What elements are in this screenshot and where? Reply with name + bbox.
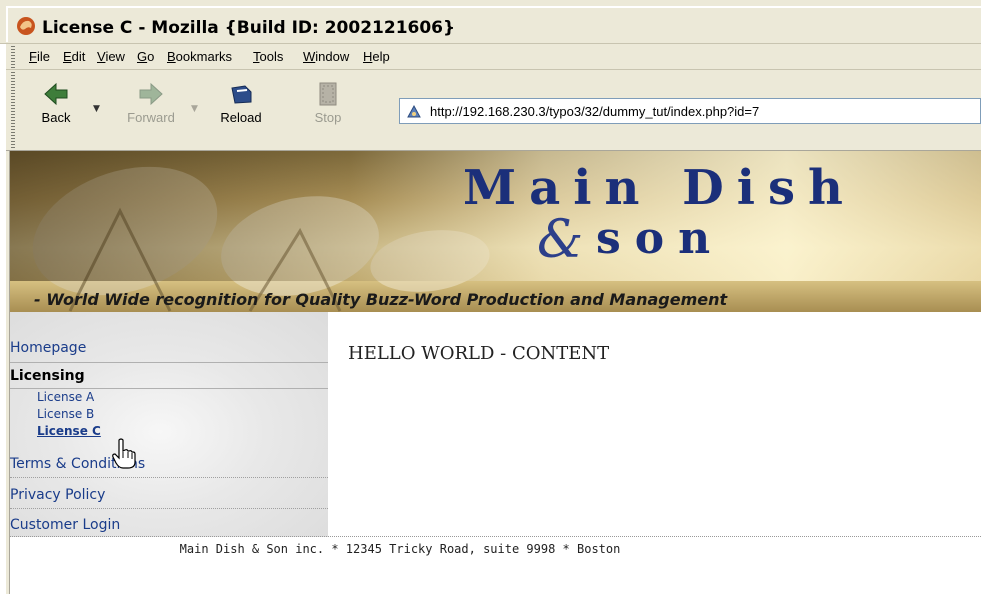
nav-licensing[interactable]: Licensing: [10, 368, 85, 384]
menu-bar: File Edit View Go Bookmarks Tools Window…: [6, 44, 981, 70]
menu-edit-accel: E: [63, 49, 72, 64]
window-title: License C - Mozilla {Build ID: 200212160…: [42, 18, 456, 38]
site-title-son: son: [596, 213, 725, 264]
menu-window-accel: W: [303, 49, 316, 64]
menu-go-rest: o: [147, 49, 155, 64]
menu-tools-rest: ools: [259, 49, 284, 64]
menu-go[interactable]: Go: [137, 49, 154, 64]
menu-bookmarks[interactable]: Bookmarks: [167, 49, 232, 64]
forward-dropdown-icon[interactable]: ▼: [191, 104, 198, 114]
menu-tools[interactable]: Tools: [253, 49, 283, 64]
back-button[interactable]: Back: [26, 80, 86, 125]
nav-separator: [10, 477, 328, 478]
stop-button[interactable]: Stop: [298, 80, 358, 125]
stop-label: Stop: [314, 110, 342, 125]
nav-separator: [10, 388, 328, 389]
reload-label: Reload: [220, 110, 262, 125]
menu-view[interactable]: View: [97, 49, 125, 64]
main-content: HELLO WORLD - CONTENT: [348, 343, 610, 364]
menu-view-rest: iew: [105, 49, 125, 64]
page-proxy-icon[interactable]: [406, 104, 422, 120]
nav-separator: [10, 362, 328, 363]
stop-icon: [319, 82, 337, 106]
nav-license-c[interactable]: License C: [37, 424, 101, 438]
menubar-grip[interactable]: [11, 46, 15, 68]
menu-file-rest: ile: [36, 49, 50, 64]
nav-customer-login[interactable]: Customer Login: [10, 517, 120, 533]
menu-edit-rest: dit: [71, 49, 86, 64]
menu-window[interactable]: Window: [303, 49, 349, 64]
forward-button[interactable]: Forward: [121, 80, 181, 125]
menu-file[interactable]: File: [29, 49, 50, 64]
forward-label: Forward: [127, 110, 175, 125]
menu-file-accel: F: [29, 49, 37, 64]
nav-license-a[interactable]: License A: [37, 390, 94, 404]
menu-window-rest: indow: [315, 49, 350, 64]
site-tagline: - World Wide recognition for Quality Buz…: [34, 290, 728, 309]
hand-cursor-icon: [112, 438, 136, 469]
menu-go-accel: G: [137, 49, 148, 64]
forward-arrow-icon: [139, 82, 163, 106]
site-title-main: Main Dish: [463, 160, 856, 216]
menu-bookmarks-rest: ookmarks: [175, 49, 233, 64]
menu-bookmarks-accel: B: [167, 49, 176, 64]
nav-privacy[interactable]: Privacy Policy: [10, 487, 105, 503]
footer-divider: [10, 536, 981, 537]
mozilla-icon: [17, 17, 35, 35]
toolbar-grip[interactable]: [11, 72, 15, 148]
menu-help-accel: H: [363, 49, 373, 64]
back-arrow-icon: [44, 82, 68, 106]
reload-button[interactable]: Reload: [211, 80, 271, 125]
menu-edit[interactable]: Edit: [63, 49, 85, 64]
sidebar-nav: Homepage Licensing License A License B L…: [10, 312, 328, 537]
nav-homepage[interactable]: Homepage: [10, 340, 86, 356]
url-input[interactable]: http://192.168.230.3/typo3/32/dummy_tut/…: [430, 104, 759, 119]
menu-help[interactable]: Help: [363, 49, 390, 64]
menu-help-rest: elp: [372, 49, 390, 64]
back-label: Back: [41, 110, 71, 125]
site-title-ampersand: &: [537, 210, 584, 270]
nav-separator: [10, 508, 328, 509]
reload-icon: [231, 85, 252, 104]
footer-address: Main Dish & Son inc. * 12345 Tricky Road…: [179, 542, 621, 556]
back-dropdown-icon[interactable]: ▼: [93, 104, 100, 114]
nav-license-b[interactable]: License B: [37, 407, 94, 421]
